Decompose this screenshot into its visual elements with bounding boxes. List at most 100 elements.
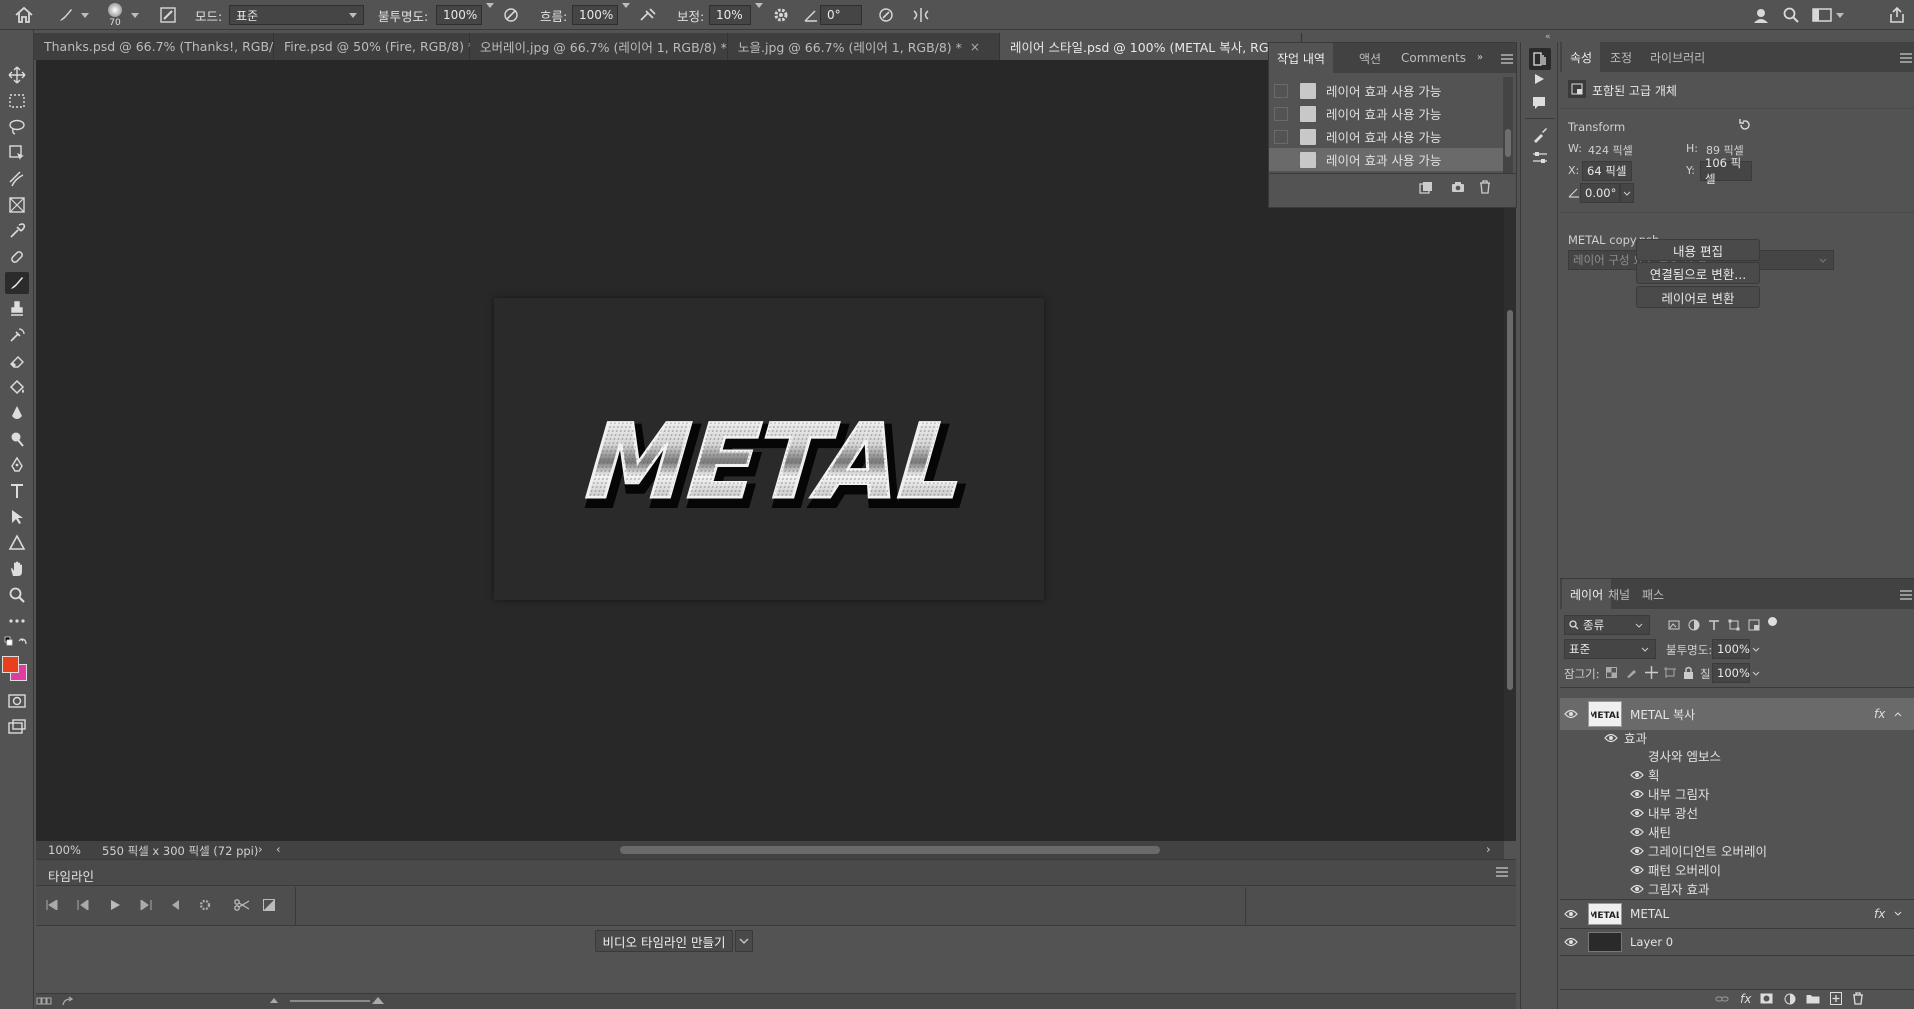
path-select-tool-icon[interactable] xyxy=(5,506,29,528)
home-icon[interactable] xyxy=(14,0,34,30)
history-brush-checkbox[interactable] xyxy=(1274,106,1288,121)
adjustment-layer-icon[interactable] xyxy=(1784,993,1796,1005)
lock-image-icon[interactable] xyxy=(1626,667,1637,678)
chevron-right-icon[interactable]: › xyxy=(1486,842,1491,856)
layer-row-layer-0[interactable]: Layer 0 xyxy=(1560,928,1914,956)
zoom-tool-icon[interactable] xyxy=(5,584,29,606)
chevron-up-icon[interactable] xyxy=(1894,711,1902,717)
object-select-tool-icon[interactable] xyxy=(5,142,29,164)
mode-select[interactable]: 표준 xyxy=(229,5,364,25)
fx-icon[interactable]: fx xyxy=(1874,707,1885,721)
history-item[interactable]: 레이어 효과 사용 가능 xyxy=(1269,79,1504,102)
crop-tool-icon[interactable] xyxy=(5,168,29,190)
brush-settings-panel-icon[interactable] xyxy=(1532,127,1548,143)
opacity-dropdown[interactable] xyxy=(1750,639,1762,659)
symmetry-icon[interactable] xyxy=(911,0,931,30)
effect-row-stroke[interactable]: 획 xyxy=(1630,765,1660,784)
create-video-timeline-button[interactable]: 비디오 타임라인 만들기 xyxy=(595,930,733,952)
tab-channels[interactable]: 채널 xyxy=(1600,579,1638,609)
smoothing-input[interactable]: 10% xyxy=(709,5,751,25)
move-tool-icon[interactable] xyxy=(5,64,29,86)
more-tools-icon[interactable] xyxy=(5,610,29,632)
pen-tool-icon[interactable] xyxy=(5,454,29,476)
layer-thumbnail[interactable]: METAL xyxy=(1588,701,1622,727)
chevron-down-icon[interactable] xyxy=(755,2,763,23)
tab-properties[interactable]: 속성 xyxy=(1562,42,1601,72)
camera-icon[interactable] xyxy=(1451,181,1465,193)
history-brush-checkbox[interactable] xyxy=(1274,152,1288,167)
default-colors-icon[interactable] xyxy=(4,636,30,648)
new-document-from-state-icon[interactable] xyxy=(1419,181,1433,194)
filter-toggle[interactable] xyxy=(1768,617,1777,626)
chevron-down-icon[interactable] xyxy=(486,2,494,23)
history-item[interactable]: 레이어 효과 사용 가능 xyxy=(1269,125,1504,148)
effect-row-drop-shadow[interactable]: 그림자 효과 xyxy=(1630,879,1709,898)
workspace-icon[interactable] xyxy=(1812,0,1844,30)
chevron-left-icon[interactable]: ‹ xyxy=(276,842,281,856)
layer-thumbnail[interactable]: METAL xyxy=(1588,902,1622,925)
chevron-right-icon[interactable]: › xyxy=(258,842,263,856)
tab-sunset[interactable]: 노을.jpg @ 66.7% (레이어 1, RGB/8) * × xyxy=(728,33,1000,60)
history-scrollbar[interactable] xyxy=(1503,77,1513,173)
type-tool-icon[interactable] xyxy=(5,480,29,502)
stamp-tool-icon[interactable] xyxy=(5,298,29,320)
brush-settings-icon[interactable] xyxy=(159,0,177,30)
frame-animation-icon[interactable] xyxy=(36,997,52,1005)
visibility-eye-icon[interactable] xyxy=(1560,937,1582,947)
frame-tool-icon[interactable] xyxy=(5,194,29,216)
fill-input[interactable]: 100% xyxy=(1712,663,1750,683)
comments-icon[interactable] xyxy=(1532,96,1546,110)
brush-preset-icon[interactable] xyxy=(57,0,89,30)
convert-to-layers-button[interactable]: 레이어로 변환 xyxy=(1636,286,1760,308)
healing-brush-tool-icon[interactable] xyxy=(5,246,29,268)
pressure-opacity-icon[interactable] xyxy=(502,0,520,30)
tab-actions[interactable]: 액션 xyxy=(1351,43,1389,73)
document-canvas[interactable]: METAL METAL METAL xyxy=(494,298,1044,600)
eraser-tool-icon[interactable] xyxy=(5,350,29,372)
adjustments-sliders-icon[interactable] xyxy=(1532,150,1548,166)
panel-menu-icon[interactable] xyxy=(1496,867,1508,877)
lasso-tool-icon[interactable] xyxy=(5,116,29,138)
trash-icon[interactable] xyxy=(1852,992,1864,1005)
convert-icon[interactable] xyxy=(62,996,74,1006)
screen-mode-icon[interactable] xyxy=(5,716,29,738)
add-mask-icon[interactable] xyxy=(1760,993,1773,1004)
reset-transform-icon[interactable] xyxy=(1738,118,1752,132)
timeline-zoom-slider[interactable] xyxy=(290,1000,370,1002)
tab-paths[interactable]: 패스 xyxy=(1634,579,1672,609)
visibility-eye-icon[interactable] xyxy=(1560,909,1582,919)
convert-to-linked-button[interactable]: 연결됨으로 변환... xyxy=(1636,262,1760,284)
visibility-eye-icon[interactable] xyxy=(1560,709,1582,719)
lock-artboard-icon[interactable] xyxy=(1664,667,1676,678)
pressure-size-icon[interactable] xyxy=(877,0,895,30)
audio-icon[interactable] xyxy=(170,900,180,910)
angle-dropdown[interactable] xyxy=(1620,183,1634,203)
history-brush-checkbox[interactable] xyxy=(1274,129,1288,144)
edit-contents-button[interactable]: 내용 편집 xyxy=(1636,239,1760,261)
foreground-color-swatch[interactable] xyxy=(2,656,19,673)
effect-row-satin[interactable]: 새틴 xyxy=(1630,822,1671,841)
tab-comments[interactable]: Comments xyxy=(1393,43,1474,73)
new-layer-icon[interactable] xyxy=(1830,992,1842,1005)
trash-icon[interactable] xyxy=(1479,180,1491,194)
airbrush-icon[interactable] xyxy=(638,0,658,30)
history-item[interactable]: 레이어 효과 사용 가능 xyxy=(1269,102,1504,125)
tab-history[interactable]: 작업 내역 xyxy=(1269,43,1333,73)
new-group-icon[interactable] xyxy=(1806,993,1820,1004)
width-value[interactable]: 424 픽셀 xyxy=(1588,142,1633,158)
x-input[interactable]: 64 픽셀 xyxy=(1582,161,1632,181)
paint-bucket-tool-icon[interactable] xyxy=(5,376,29,398)
add-layer-style-icon[interactable]: fx xyxy=(1740,992,1751,1006)
tab-thanks[interactable]: Thanks.psd @ 66.7% (Thanks!, RGB/8) *× xyxy=(34,33,314,60)
lock-all-icon[interactable] xyxy=(1683,666,1694,679)
transition-icon[interactable] xyxy=(263,899,275,911)
tab-fire[interactable]: Fire.psd @ 50% (Fire, RGB/8) *× xyxy=(274,33,492,60)
vertical-scroll-thumb[interactable] xyxy=(1507,310,1513,690)
layer-name[interactable]: METAL 복사 xyxy=(1630,706,1695,723)
fx-icon[interactable]: fx xyxy=(1874,907,1885,921)
effect-row-pattern-overlay[interactable]: 패턴 오버레이 xyxy=(1630,860,1721,879)
settings-icon[interactable] xyxy=(199,899,211,911)
angle-input[interactable]: 0.00° xyxy=(1580,183,1620,203)
filter-shape-icon[interactable] xyxy=(1728,619,1740,631)
marquee-tool-icon[interactable] xyxy=(5,90,29,112)
